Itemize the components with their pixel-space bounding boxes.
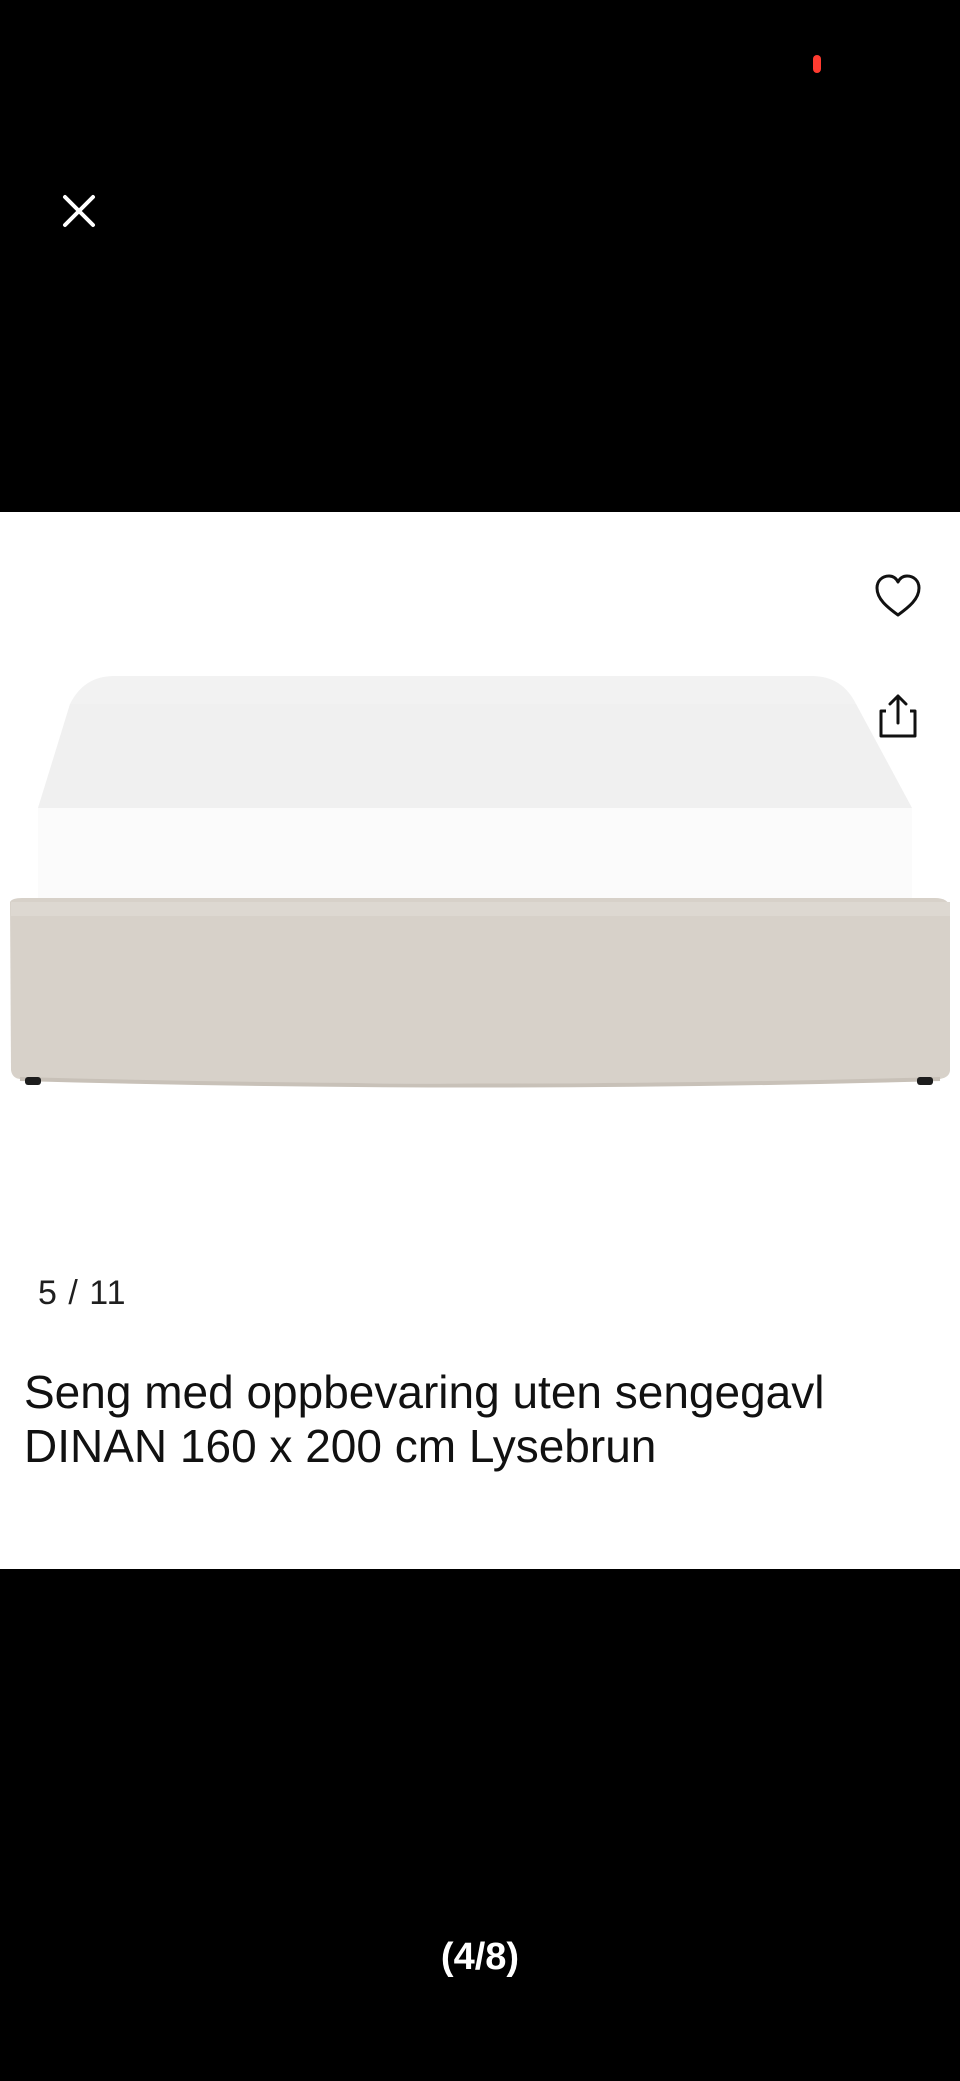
- image-counter: 5 / 11: [38, 1274, 127, 1312]
- recording-indicator: [813, 55, 821, 73]
- product-title: Seng med oppbevaring uten sengegavl DINA…: [24, 1366, 825, 1472]
- page-counter: (4/8): [440, 1936, 520, 1978]
- close-button[interactable]: [52, 184, 106, 238]
- product-card: 5 / 11 Seng med oppbevaring uten sengega…: [0, 512, 960, 1569]
- heart-icon: [875, 574, 921, 617]
- close-icon: [63, 195, 95, 227]
- favorite-button[interactable]: [870, 568, 926, 624]
